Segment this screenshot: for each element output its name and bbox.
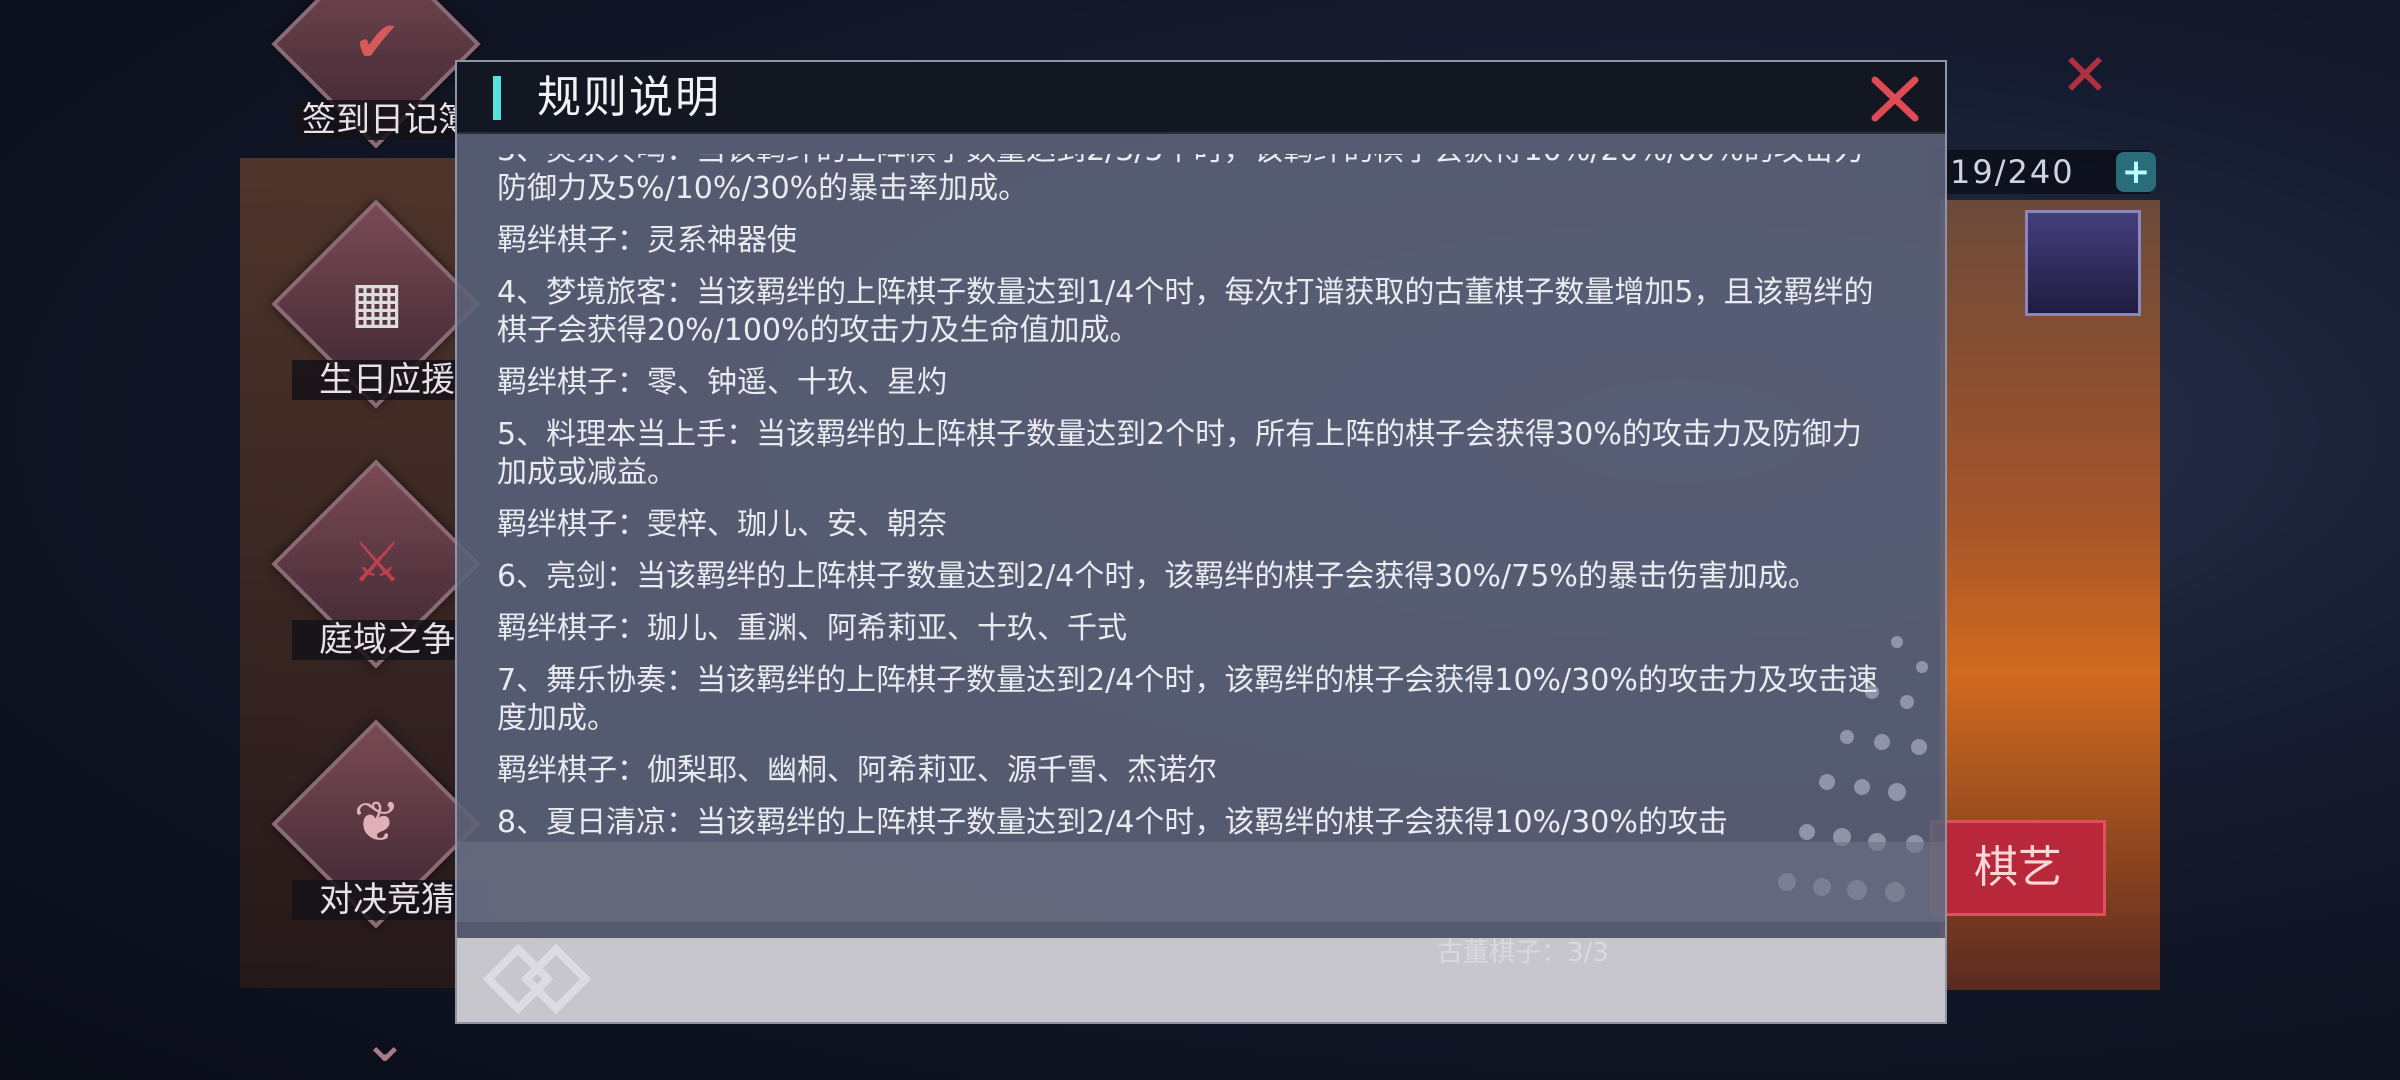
rule-paragraph: 5、料理本当上手：当该羁绊的上阵棋子数量达到2个时，所有上阵的棋子会获得30%的… [497,417,1862,490]
rule-paragraph: 羁绊棋子：伽梨耶、幽桐、阿希莉亚、源千雪、杰诺尔 [497,753,1217,788]
menu-item-label: 签到日记簿 [292,100,482,140]
dialog-title: 规则说明 [537,72,721,123]
background-close-icon[interactable]: ✕ [2060,46,2110,104]
rules-content[interactable]: 3、灵系共鸣：当该羁绊的上阵棋子数量达到2/3/5个时，该羁绊的棋子会获得10%… [497,154,1897,934]
dialog-header: 规则说明 [457,62,1945,134]
menu-item-label: 对决竞猜 [292,880,482,920]
rule-paragraph: 羁绊棋子：零、钟遥、十玖、星灼 [497,365,947,400]
menu-item-label: 庭域之争 [292,620,482,660]
rule-paragraph: 6、亮剑：当该羁绊的上阵棋子数量达到2/4个时，该羁绊的棋子会获得30%/75%… [497,559,1818,594]
title-accent-bar [493,76,501,120]
rule-paragraph: 7、舞乐协奏：当该羁绊的上阵棋子数量达到2/4个时，该羁绊的棋子会获得10%/3… [497,663,1878,736]
add-resource-button[interactable]: + [2116,152,2156,192]
checkmark-icon: ✔ [353,10,401,75]
rule-paragraph: 羁绊棋子：珈儿、重渊、阿希莉亚、十玖、千式 [497,611,1127,646]
close-icon [1871,76,1919,122]
rule-paragraph: 羁绊棋子：灵系神器使 [497,223,797,258]
rule-paragraph: 4、梦境旅客：当该羁绊的上阵棋子数量达到1/4个时，每次打谱获取的古董棋子数量增… [497,275,1874,348]
dialog-footer: 古董棋子：3/3 [457,938,1945,1022]
calendar-icon: ▦ [350,270,404,335]
emblem-icon: ⚔ [351,530,403,595]
scroll-down-arrow-icon[interactable]: ⌄ [350,1010,420,1075]
menu-item-label: 生日应援 [292,360,482,400]
qiyi-button[interactable]: 棋艺 [1930,820,2106,916]
logo-icon [477,943,607,1015]
footer-counter-text: 古董棋子：3/3 [1437,938,1609,968]
rule-paragraph: 8、夏日清凉：当该羁绊的上阵棋子数量达到2/4个时，该羁绊的棋子会获得10%/3… [497,805,1728,840]
pouch-icon: ❦ [353,790,401,855]
content-fade [457,842,1945,922]
close-button[interactable] [1867,72,1923,124]
rules-scroll-area[interactable]: 3、灵系共鸣：当该羁绊的上阵棋子数量达到2/3/5个时，该羁绊的棋子会获得10%… [497,154,1897,856]
gift-box-icon[interactable] [2025,210,2141,316]
rule-paragraph: 羁绊棋子：雯梓、珈儿、安、朝奈 [497,507,947,542]
rule-paragraph: 3、灵系共鸣：当该羁绊的上阵棋子数量达到2/3/5个时，该羁绊的棋子会获得10%… [497,154,1864,206]
rules-dialog: 规则说明 3、灵系共鸣：当该羁绊的上阵棋子数量达到2/3/5个时，该羁绊的棋子会… [455,60,1947,1024]
